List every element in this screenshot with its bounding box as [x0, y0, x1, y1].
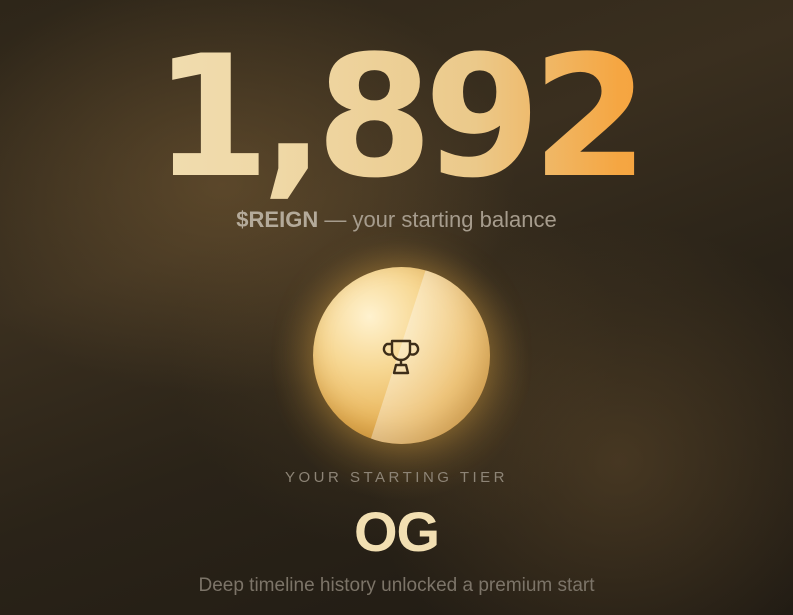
onboarding-result-screen: 1,892 $REIGN — your starting balance YOU… — [0, 0, 793, 615]
balance-amount: 1,892 — [0, 22, 793, 212]
tier-description: Deep timeline history unlocked a premium… — [198, 575, 595, 596]
tier-orb — [313, 267, 490, 444]
tier-name: OG — [353, 500, 440, 563]
trophy-icon — [382, 339, 420, 375]
balance-caption: — your starting balance — [318, 207, 557, 232]
token-symbol: $REIGN — [236, 207, 319, 232]
balance-subtitle: $REIGN — your starting balance — [0, 206, 793, 234]
tier-label: YOUR STARTING TIER — [284, 469, 509, 486]
